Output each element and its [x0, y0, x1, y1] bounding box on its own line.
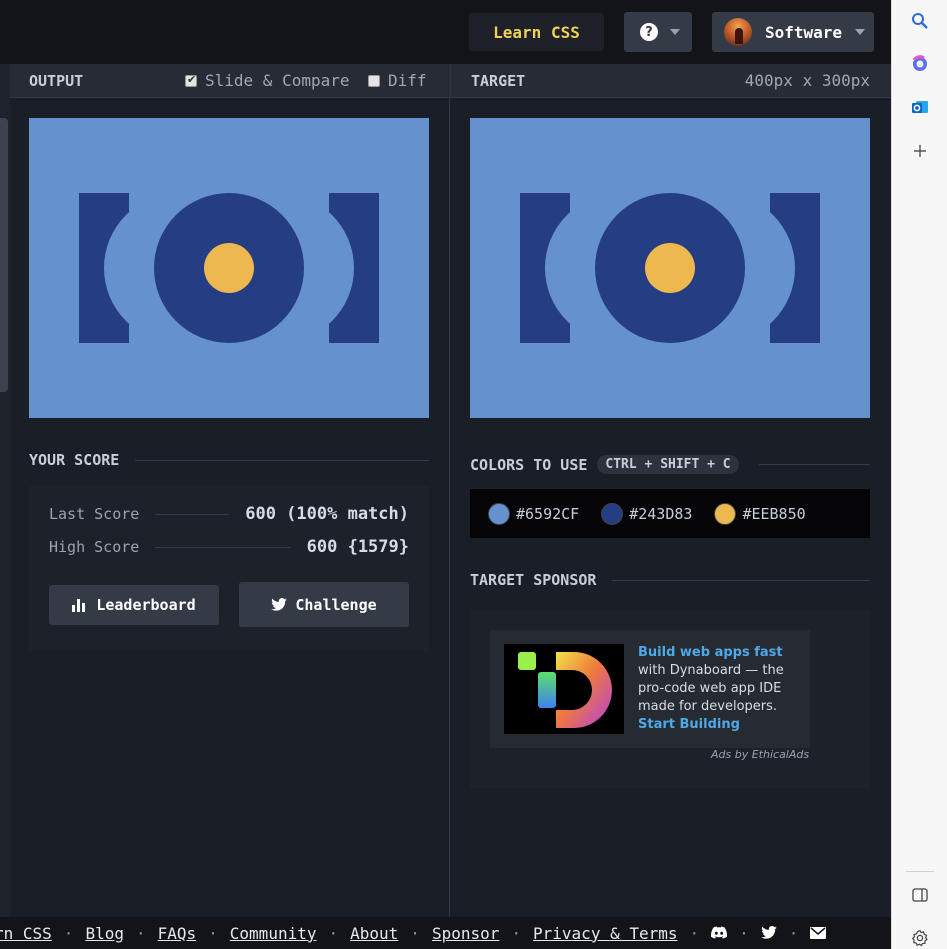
heading-rule — [612, 579, 870, 581]
color-dot — [601, 502, 624, 525]
sponsor-title: TARGET SPONSOR — [470, 571, 597, 589]
high-score-value: 600 {1579} — [306, 537, 409, 557]
user-menu-button[interactable]: Software — [712, 12, 874, 52]
ad-body: with Dynaboard — the pro-code web app ID… — [638, 663, 784, 714]
footer-separator: · — [135, 923, 146, 943]
footer-separator: · — [328, 923, 339, 943]
ad-copy: Build web apps fast with Dynaboard — the… — [638, 644, 803, 734]
copy-shortcut-badge: CTRL + SHIFT + C — [597, 455, 739, 474]
target-canvas — [470, 118, 870, 418]
row-rule — [155, 513, 230, 515]
colors-heading: COLORS TO USE CTRL + SHIFT + C — [470, 455, 870, 474]
footer: rn CSS · Blog · FAQs · Community · About… — [0, 917, 891, 949]
footer-separator: · — [208, 923, 218, 943]
last-score-row: Last Score 600 (100% match) — [49, 504, 409, 524]
heading-rule — [758, 464, 870, 465]
footer-link-privacy-terms[interactable]: Privacy & Terms — [533, 924, 678, 943]
target-dimensions: 400px x 300px — [744, 71, 870, 90]
color-dot — [488, 502, 510, 525]
slide-compare-checkbox[interactable] — [185, 73, 197, 87]
bar-chart-icon — [72, 598, 88, 612]
browser-sidebar — [891, 0, 947, 949]
discord-icon[interactable] — [711, 924, 728, 943]
high-score-row: High Score 600 {1579} — [49, 537, 409, 557]
leaderboard-button[interactable]: Leaderboard — [49, 585, 219, 625]
search-icon[interactable] — [909, 10, 931, 32]
top-bar: Learn CSS ? Software — [0, 0, 891, 64]
high-score-label: High Score — [49, 538, 140, 556]
panel-divider — [449, 98, 450, 917]
challenge-label: Challenge — [295, 595, 377, 614]
target-header: TARGET 400px x 300px — [450, 64, 891, 98]
challenge-button[interactable]: Challenge — [239, 582, 409, 627]
center-dot — [204, 243, 254, 293]
target-title: TARGET — [471, 71, 526, 90]
footer-separator: · — [739, 923, 749, 943]
sponsor-heading: TARGET SPONSOR — [470, 571, 870, 589]
score-panel: Last Score 600 (100% match) High Score 6… — [29, 486, 429, 651]
output-title: OUTPUT — [29, 71, 84, 90]
mail-icon[interactable] — [810, 924, 827, 943]
center-dot — [645, 243, 695, 293]
output-canvas[interactable] — [29, 118, 429, 418]
color-hex: #243D83 — [629, 504, 693, 523]
color-hex: #EEB850 — [742, 504, 806, 523]
footer-link-faqs[interactable]: FAQs — [158, 924, 197, 943]
dynaboard-logo[interactable] — [504, 644, 624, 734]
colors-panel: #6592CF #243D83 #EEB850 — [470, 489, 870, 538]
row-rule — [155, 546, 291, 548]
slide-compare-label: Slide & Compare — [205, 71, 350, 90]
sponsor-ad[interactable]: Build web apps fast with Dynaboard — the… — [490, 630, 810, 748]
diff-label: Diff — [388, 71, 427, 90]
slide-compare-toggle[interactable]: Slide & Compare — [185, 71, 350, 90]
help-icon: ? — [640, 23, 658, 41]
color-dot — [714, 502, 737, 525]
color-hex: #6592CF — [516, 504, 580, 523]
help-menu-button[interactable]: ? — [624, 12, 692, 52]
user-name: Software — [765, 22, 843, 42]
avatar — [724, 18, 752, 46]
your-score-heading: YOUR SCORE — [29, 451, 429, 469]
color-swatch[interactable]: #EEB850 — [714, 502, 806, 525]
your-score-title: YOUR SCORE — [29, 451, 120, 469]
color-swatch[interactable]: #243D83 — [601, 502, 693, 525]
footer-link-community[interactable]: Community — [230, 924, 317, 943]
scrollbar-thumb[interactable] — [0, 118, 8, 392]
panel-icon[interactable] — [909, 884, 931, 906]
ad-cta-link[interactable]: Start Building — [638, 717, 740, 732]
sidebar-divider — [906, 871, 934, 872]
learn-css-button[interactable]: Learn CSS — [469, 13, 604, 51]
last-score-label: Last Score — [49, 505, 140, 523]
chevron-down-icon — [670, 29, 680, 35]
outlook-icon[interactable] — [909, 96, 931, 118]
ethicalads-credit[interactable]: Ads by EthicalAds — [711, 748, 809, 761]
footer-separator: · — [511, 923, 522, 943]
diff-checkbox[interactable] — [368, 74, 380, 87]
footer-link-sponsor[interactable]: Sponsor — [432, 924, 499, 943]
settings-icon[interactable] — [909, 927, 931, 949]
copilot-icon[interactable] — [909, 53, 931, 75]
ad-headline[interactable]: Build web apps fast — [638, 645, 783, 660]
heading-rule — [135, 459, 429, 461]
footer-link-blog[interactable]: Blog — [85, 924, 124, 943]
sponsor-panel: Build web apps fast with Dynaboard — the… — [470, 610, 870, 788]
colors-title: COLORS TO USE — [470, 455, 588, 474]
twitter-icon — [271, 598, 288, 611]
footer-link-about[interactable]: About — [350, 924, 398, 943]
leaderboard-label: Leaderboard — [96, 596, 196, 614]
last-score-value: 600 (100% match) — [245, 504, 409, 524]
diff-toggle[interactable]: Diff — [368, 71, 427, 90]
chevron-down-icon — [855, 29, 866, 35]
color-swatch[interactable]: #6592CF — [488, 502, 580, 525]
footer-separator: · — [788, 923, 799, 943]
footer-separator: · — [689, 923, 700, 943]
footer-separator: · — [63, 923, 74, 943]
twitter-icon[interactable] — [760, 924, 777, 943]
footer-separator: · — [410, 923, 420, 943]
add-icon[interactable] — [909, 140, 931, 162]
footer-link-learn-css[interactable]: rn CSS — [0, 924, 52, 943]
